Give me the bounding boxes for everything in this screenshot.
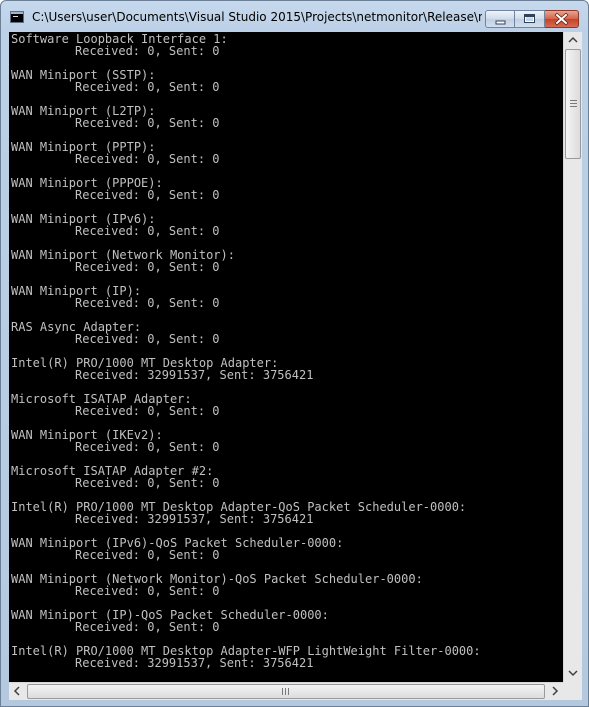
adapter-entry: WAN Miniport (IKEv2): Received: 0, Sent: … bbox=[11, 429, 481, 465]
adapter-entry: WAN Miniport (SSTP): Received: 0, Sent: 0 bbox=[11, 69, 481, 105]
adapter-stats: Received: 32991537, Sent: 3756421 bbox=[75, 368, 314, 382]
scroll-right-arrow-icon[interactable] bbox=[546, 683, 563, 700]
adapter-entry: WAN Miniport (IPv6)-QoS Packet Scheduler… bbox=[11, 537, 481, 573]
adapter-entry: Microsoft ISATAP Adapter: Received: 0, Se… bbox=[11, 393, 481, 429]
grip-icon bbox=[570, 100, 577, 107]
window-title: C:\Users\user\Documents\Visual Studio 20… bbox=[32, 10, 482, 24]
scroll-left-arrow-icon[interactable] bbox=[9, 683, 26, 700]
adapter-stats: Received: 0, Sent: 0 bbox=[75, 116, 220, 130]
vertical-scrollbar[interactable] bbox=[563, 32, 582, 682]
adapter-entry: Microsoft ISATAP Adapter #2: Received: 0,… bbox=[11, 465, 481, 501]
adapter-entry: WAN Miniport (IP)-QoS Packet Scheduler-0… bbox=[11, 609, 481, 645]
adapter-entry: RAS Async Adapter: Received: 0, Sent: 0 bbox=[11, 321, 481, 357]
adapter-entry: Software Loopback Interface 1: Received: … bbox=[11, 33, 481, 69]
adapter-stats: Received: 32991537, Sent: 3756421 bbox=[75, 512, 314, 526]
adapter-entry: Intel(R) PRO/1000 MT Desktop Adapter-WFP… bbox=[11, 645, 481, 681]
adapter-stats: Received: 0, Sent: 0 bbox=[75, 188, 220, 202]
maximize-button[interactable] bbox=[515, 10, 545, 28]
scrollbar-corner bbox=[563, 682, 582, 700]
minimize-button[interactable] bbox=[485, 10, 515, 28]
adapter-stats: Received: 0, Sent: 0 bbox=[75, 296, 220, 310]
adapter-entry: WAN Miniport (PPPOE): Received: 0, Sent: … bbox=[11, 177, 481, 213]
grip-icon bbox=[282, 688, 289, 695]
console-window: C:\Users\user\Documents\Visual Studio 20… bbox=[0, 0, 589, 707]
console-client-area: Software Loopback Interface 1: Received: … bbox=[9, 32, 582, 700]
adapter-entry: WAN Miniport (IP): Received: 0, Sent: 0 bbox=[11, 285, 481, 321]
adapter-stats: Received: 0, Sent: 0 bbox=[75, 152, 220, 166]
adapter-entry: WAN Miniport (L2TP): Received: 0, Sent: 0 bbox=[11, 105, 481, 141]
adapter-stats: Received: 0, Sent: 0 bbox=[75, 404, 220, 418]
close-button[interactable] bbox=[545, 10, 579, 28]
vertical-scroll-thumb[interactable] bbox=[565, 49, 581, 159]
adapter-stats: Received: 0, Sent: 0 bbox=[75, 44, 220, 58]
horizontal-scrollbar[interactable] bbox=[9, 682, 563, 700]
adapter-stats: Received: 0, Sent: 0 bbox=[75, 620, 220, 634]
scroll-up-arrow-icon[interactable] bbox=[564, 32, 582, 49]
adapter-entry: WAN Miniport (IPv6): Received: 0, Sent: 0 bbox=[11, 213, 481, 249]
close-icon bbox=[554, 12, 569, 26]
adapter-stats: Received: 0, Sent: 0 bbox=[75, 548, 220, 562]
adapter-entry: Intel(R) PRO/1000 MT Desktop Adapter: Rec… bbox=[11, 357, 481, 393]
console-lines: Software Loopback Interface 1: Received: … bbox=[11, 33, 481, 681]
scroll-down-arrow-icon[interactable] bbox=[564, 665, 582, 682]
console-app-icon[interactable] bbox=[10, 11, 24, 23]
adapter-stats: Received: 0, Sent: 0 bbox=[75, 440, 220, 454]
maximize-icon bbox=[524, 14, 535, 23]
adapter-stats: Received: 0, Sent: 0 bbox=[75, 80, 220, 94]
adapter-entry: Intel(R) PRO/1000 MT Desktop Adapter-QoS… bbox=[11, 501, 481, 537]
adapter-stats: Received: 32991537, Sent: 3756421 bbox=[75, 656, 314, 670]
adapter-stats: Received: 0, Sent: 0 bbox=[75, 476, 220, 490]
adapter-stats: Received: 0, Sent: 0 bbox=[75, 584, 220, 598]
adapter-stats: Received: 0, Sent: 0 bbox=[75, 260, 220, 274]
horizontal-scroll-thumb[interactable] bbox=[27, 684, 545, 699]
console-output[interactable]: Software Loopback Interface 1: Received: … bbox=[9, 32, 563, 682]
adapter-stats: Received: 0, Sent: 0 bbox=[75, 332, 220, 346]
adapter-entry: WAN Miniport (Network Monitor)-QoS Packe… bbox=[11, 573, 481, 609]
title-bar[interactable]: C:\Users\user\Documents\Visual Studio 20… bbox=[1, 1, 588, 33]
adapter-stats: Received: 0, Sent: 0 bbox=[75, 224, 220, 238]
adapter-entry: WAN Miniport (Network Monitor): Received:… bbox=[11, 249, 481, 285]
adapter-entry: WAN Miniport (PPTP): Received: 0, Sent: 0 bbox=[11, 141, 481, 177]
minimize-icon bbox=[495, 20, 506, 25]
